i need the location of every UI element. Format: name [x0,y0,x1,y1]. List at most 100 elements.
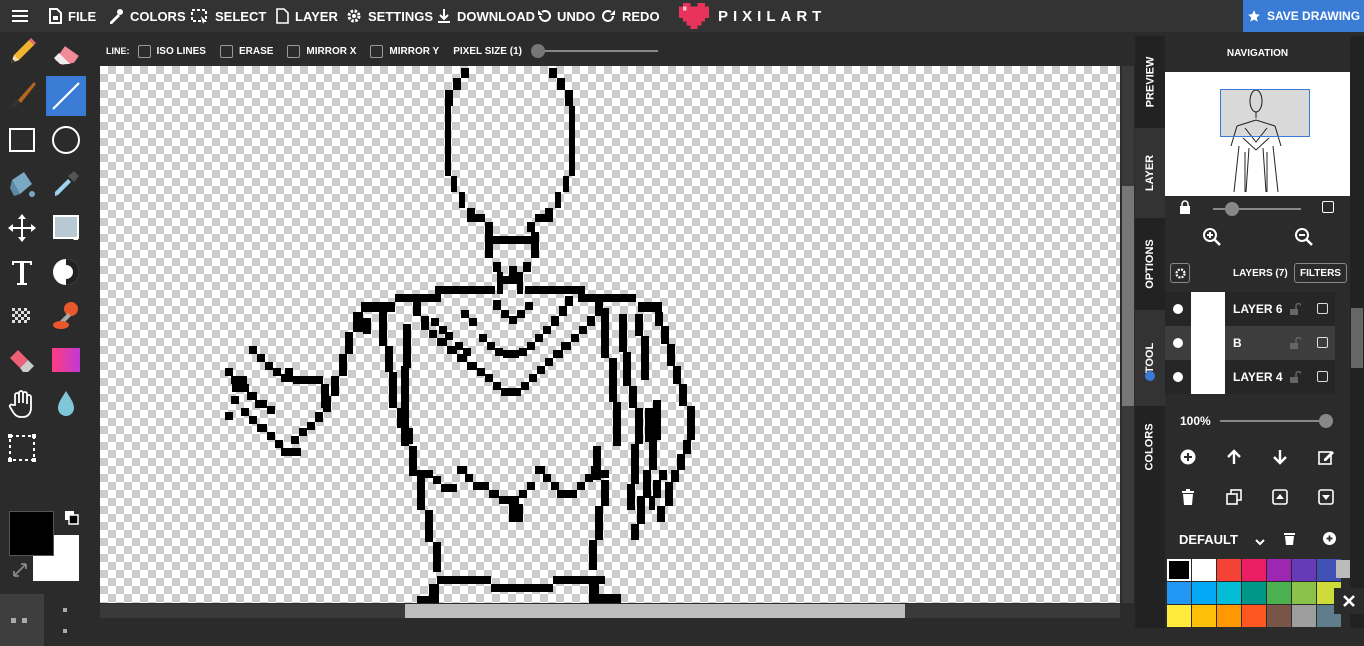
gradient-tool[interactable] [46,340,86,380]
hand-tool[interactable] [2,384,42,424]
file-menu-button[interactable]: FILE [48,0,96,32]
unlock-icon[interactable] [1289,337,1301,349]
brush-tool[interactable] [2,76,42,116]
drawing-canvas[interactable] [100,66,1120,603]
filters-button[interactable]: FILTERS [1294,263,1347,283]
canvas-horizontal-scroll-thumb[interactable] [405,604,905,618]
layer-opacity-knob[interactable] [1319,414,1333,428]
select-fill-tool[interactable] [46,208,86,248]
palette-dropdown-button[interactable] [1254,534,1266,552]
swap-colors-button[interactable] [64,510,80,531]
lighten-tool[interactable] [46,252,86,292]
select-menu-button[interactable]: SELECT [191,0,266,32]
tab-colors[interactable]: COLORS [1135,406,1165,488]
reset-colors-button[interactable] [12,562,28,583]
layer-row[interactable]: B [1165,326,1335,360]
layer-opacity-slider[interactable] [1220,420,1330,422]
redo-button[interactable]: REDO [602,0,660,32]
canvas-vertical-scroll-thumb[interactable] [1122,186,1134,406]
blur-tool[interactable] [46,384,86,424]
add-layer-button[interactable] [1177,446,1199,468]
layer-checkbox[interactable] [1317,303,1328,314]
text-tool[interactable] [2,252,42,292]
navigation-zoom-knob[interactable] [1225,202,1239,216]
mirror-y-option[interactable]: MIRROR Y [370,44,439,58]
hamburger-menu-button[interactable] [12,0,28,32]
circle-tool[interactable] [46,120,86,160]
palette-swatch[interactable] [1242,559,1266,581]
palette-swatch[interactable] [1217,605,1241,627]
lock-button[interactable] [1179,200,1191,219]
tab-tool[interactable]: TOOL [1135,310,1165,406]
layer-menu-button[interactable]: LAYER [276,0,338,32]
duplicate-layer-button[interactable] [1223,486,1245,508]
pixel-size-slider[interactable] [530,44,658,58]
pixilart-logo[interactable]: PIXILART [678,0,826,32]
iso-lines-option[interactable]: ISO LINES [137,44,206,58]
palette-swatch[interactable] [1167,559,1191,581]
layer-row[interactable]: LAYER 6 [1165,292,1335,326]
move-tool[interactable] [2,208,42,248]
move-layer-down-button[interactable] [1269,446,1291,468]
palette-swatch[interactable] [1242,582,1266,604]
palette-swatch[interactable] [1267,605,1291,627]
colors-menu-button[interactable]: COLORS [108,0,186,32]
canvas-vertical-scrollbar[interactable] [1122,66,1134,603]
palette-swatch[interactable] [1292,559,1316,581]
layer-row[interactable]: LAYER 4 [1165,360,1335,394]
tab-options[interactable]: OPTIONS [1135,218,1165,310]
palette-swatch[interactable] [1217,559,1241,581]
delete-palette-button[interactable] [1284,532,1295,550]
palette-swatch[interactable] [1267,582,1291,604]
palette-swatch[interactable] [1192,582,1216,604]
rectangle-tool[interactable] [2,120,42,160]
navigation-viewport-box[interactable] [1220,89,1310,137]
erase-option[interactable]: ERASE [219,44,273,58]
settings-menu-button[interactable]: SETTINGS [346,0,433,32]
move-layer-up-button[interactable] [1223,446,1245,468]
palette-swatch[interactable] [1292,605,1316,627]
close-panel-button[interactable] [1334,588,1364,614]
visibility-toggle[interactable] [1173,304,1183,314]
dither-tool[interactable] [2,296,42,336]
undo-button[interactable]: UNDO [537,0,595,32]
panel-scrollbar[interactable] [1350,36,1364,628]
eraser-pink-tool[interactable] [2,340,42,380]
bucket-tool[interactable] [2,164,42,204]
merge-layer-up-button[interactable] [1269,486,1291,508]
save-drawing-button[interactable]: SAVE DRAWING [1243,0,1364,32]
stamp-tool[interactable] [46,296,86,336]
eyedropper-tool[interactable] [46,164,86,204]
palette-swatch[interactable] [1192,605,1216,627]
palette-swatch[interactable] [1292,582,1316,604]
palette-swatch[interactable] [1192,559,1216,581]
palette-swatch[interactable] [1167,605,1191,627]
tab-layer[interactable]: LAYER [1135,128,1165,218]
visibility-toggle[interactable] [1173,338,1183,348]
tool-size-panel[interactable] [0,594,44,646]
pixel-size-slider-knob[interactable] [530,44,545,58]
zoom-out-button[interactable] [1295,228,1313,251]
tab-preview[interactable]: PREVIEW [1135,36,1165,128]
mirror-y-checkbox[interactable] [370,44,384,58]
layer-settings-button[interactable] [1170,263,1190,283]
mirror-x-option[interactable]: MIRROR X [287,44,356,58]
panel-scroll-thumb[interactable] [1351,308,1363,368]
mirror-x-checkbox[interactable] [287,44,301,58]
primary-color-swatch[interactable] [9,511,54,556]
layer-checkbox[interactable] [1317,337,1328,348]
layer-checkbox[interactable] [1317,371,1328,382]
add-palette-button[interactable] [1323,532,1336,550]
erase-checkbox[interactable] [219,44,233,58]
pencil-tool[interactable] [2,32,42,72]
palette-swatch[interactable] [1267,559,1291,581]
merge-layer-down-button[interactable] [1315,486,1337,508]
zoom-in-button[interactable] [1203,228,1221,251]
marquee-tool[interactable] [2,428,42,468]
navigation-toggle-checkbox[interactable] [1322,201,1334,213]
palette-swatch[interactable] [1242,605,1266,627]
eraser-tool[interactable] [46,32,86,72]
line-tool[interactable] [46,76,86,116]
unlock-icon[interactable] [1289,303,1301,315]
download-menu-button[interactable]: DOWNLOAD [437,0,535,32]
